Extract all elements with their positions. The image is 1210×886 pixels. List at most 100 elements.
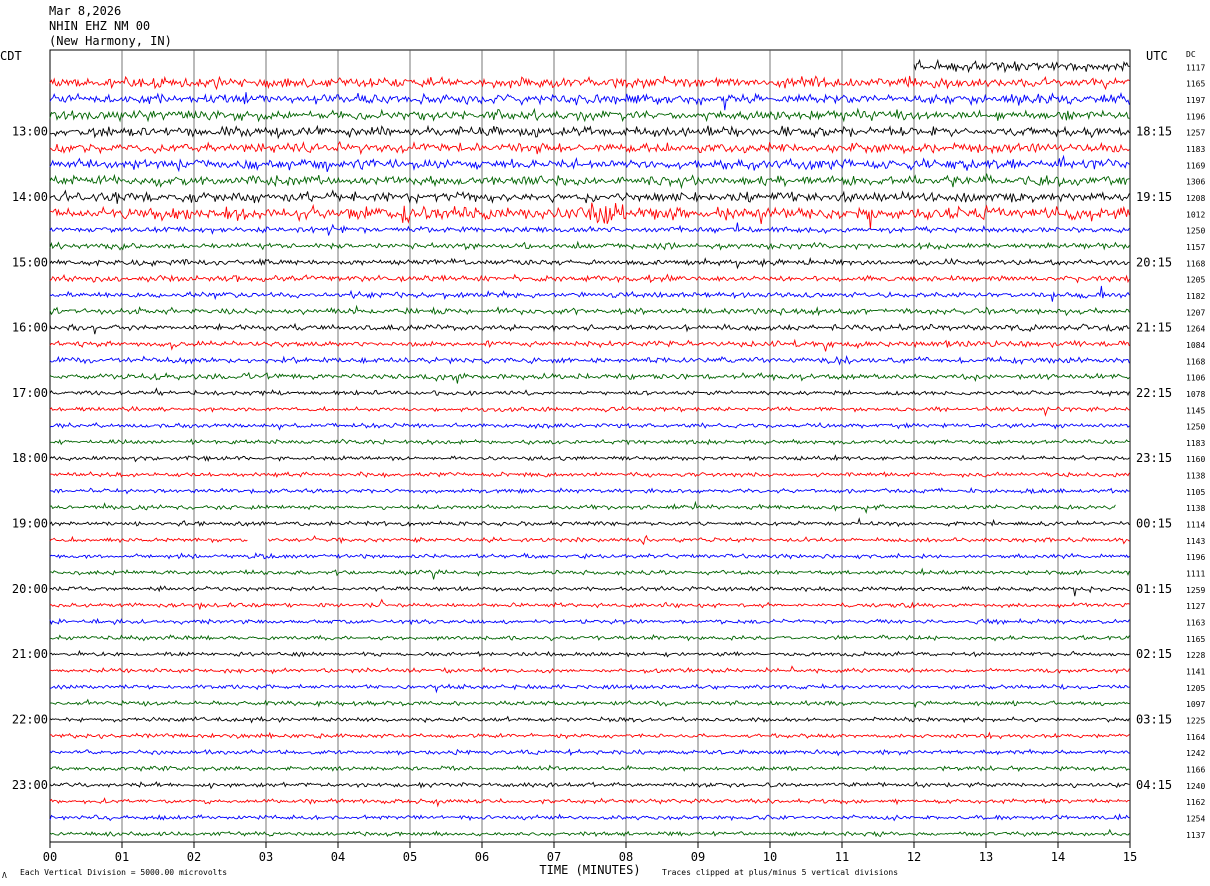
dc-value-label: 1114	[1186, 521, 1205, 530]
dc-value-label: 1163	[1186, 619, 1205, 628]
dc-value-label: 1205	[1186, 276, 1205, 285]
dc-value-label: 1197	[1186, 96, 1205, 105]
dc-value-label: 1228	[1186, 651, 1205, 660]
seismic-trace	[49, 781, 1130, 790]
dc-value-label: 1143	[1186, 537, 1205, 546]
seismic-trace	[49, 354, 1130, 366]
dc-value-label: 1105	[1186, 488, 1205, 497]
dc-value-label: 1137	[1186, 831, 1205, 840]
x-tick-label: 15	[1123, 850, 1137, 864]
seismic-trace	[49, 202, 1130, 230]
cdt-hour-label: 17:00	[12, 386, 48, 400]
utc-hour-label: 23:15	[1136, 451, 1172, 465]
plot-frame	[49, 49, 1131, 843]
seismic-trace	[49, 634, 1130, 642]
seismic-trace	[49, 617, 1130, 626]
seismic-trace	[49, 649, 1130, 658]
dc-value-label: 1160	[1186, 455, 1205, 464]
dc-value-label: 1157	[1186, 243, 1205, 252]
dc-value-label: 1208	[1186, 194, 1205, 203]
x-tick-label: 02	[187, 850, 201, 864]
seismic-trace	[49, 552, 1130, 560]
dc-value-label: 1166	[1186, 766, 1205, 775]
x-tick-label: 08	[619, 850, 633, 864]
dc-value-label: 1250	[1186, 423, 1205, 432]
seismic-trace	[49, 371, 1130, 384]
dc-value-label: 1164	[1186, 733, 1205, 742]
utc-hour-label: 01:15	[1136, 582, 1172, 596]
dc-value-label: 1127	[1186, 602, 1205, 611]
dc-value-label: 1138	[1186, 472, 1205, 481]
dc-value-label: 1205	[1186, 684, 1205, 693]
cdt-hour-label: 23:00	[12, 778, 48, 792]
dc-value-label: 1169	[1186, 161, 1205, 170]
dc-value-label: 1097	[1186, 700, 1205, 709]
seismic-trace	[49, 698, 1130, 709]
seismic-trace	[49, 438, 1130, 446]
dc-value-label: 1165	[1186, 635, 1205, 644]
seismic-trace	[49, 715, 1130, 724]
seismic-trace	[49, 813, 1130, 822]
x-axis-title: TIME (MINUTES)	[539, 863, 640, 877]
seismic-trace	[49, 487, 1130, 495]
utc-hour-label: 19:15	[1136, 190, 1172, 204]
dc-value-label: 1168	[1186, 357, 1205, 366]
utc-hour-label: 04:15	[1136, 778, 1172, 792]
cdt-hour-label: 14:00	[12, 190, 48, 204]
seismic-trace	[49, 173, 1130, 190]
cdt-hour-label: 19:00	[12, 517, 48, 531]
utc-hour-label: 00:15	[1136, 517, 1172, 531]
dc-value-label: 1259	[1186, 586, 1205, 595]
seismic-trace	[49, 107, 1130, 123]
seismic-trace	[50, 567, 1130, 580]
dc-value-label: 1242	[1186, 749, 1205, 758]
dc-value-label: 1196	[1186, 553, 1205, 562]
dc-value-label: 1183	[1186, 145, 1205, 154]
seismic-trace	[49, 585, 1130, 597]
dc-value-label: 1257	[1186, 129, 1205, 138]
dc-value-label: 1138	[1186, 504, 1205, 513]
cdt-hour-label: 22:00	[12, 713, 48, 727]
seismic-trace	[49, 421, 1130, 431]
x-tick-label: 13	[979, 850, 993, 864]
seismic-trace	[49, 322, 1130, 335]
x-tick-label: 07	[547, 850, 561, 864]
seismic-trace	[49, 124, 1130, 140]
utc-hour-label: 22:15	[1136, 386, 1172, 400]
seismic-trace	[49, 257, 1130, 270]
dc-value-label: 1106	[1186, 374, 1205, 383]
dc-value-label: 1165	[1186, 80, 1205, 89]
seismogram-plot: 00 01 02 03 04 05 06 07 08 09 10 11 12 13 14 15 1117 1165…	[0, 49, 1205, 880]
footer-scale-note: Each Vertical Division = 5000.00 microvo…	[20, 868, 227, 877]
seismic-trace	[49, 405, 1130, 417]
seismic-trace	[49, 598, 1130, 610]
seismic-trace	[49, 748, 1130, 757]
cdt-hour-label: 15:00	[12, 255, 48, 269]
dc-value-label: 1111	[1186, 570, 1205, 579]
x-tick-label: 06	[475, 850, 489, 864]
dc-value-label: 1117	[1186, 63, 1205, 72]
x-tick-label: 00	[43, 850, 57, 864]
utc-hour-label: 20:15	[1136, 255, 1172, 269]
dc-value-label: 1141	[1186, 668, 1205, 677]
dc-axis-label: DC	[1186, 50, 1196, 59]
seismic-trace	[49, 828, 1130, 838]
seismic-trace	[49, 517, 1130, 528]
dc-value-label: 1012	[1186, 210, 1205, 219]
dc-value-label: 1225	[1186, 717, 1205, 726]
seismic-trace	[49, 500, 1116, 515]
seismic-trace	[49, 683, 1130, 694]
seismic-trace	[49, 665, 1130, 675]
utc-hour-label: 03:15	[1136, 713, 1172, 727]
footer-clip-note: Traces clipped at plus/minus 5 vertical …	[662, 868, 898, 877]
utc-hour-label: 02:15	[1136, 647, 1172, 661]
seismic-trace	[49, 304, 1130, 317]
cdt-hour-label: 16:00	[12, 321, 48, 335]
dc-value-label: 1306	[1186, 178, 1205, 187]
x-tick-label: 03	[259, 850, 273, 864]
seismic-trace	[49, 454, 1130, 463]
cdt-hour-label: 13:00	[12, 125, 48, 139]
x-tick-label: 01	[115, 850, 129, 864]
utc-hour-label: 21:15	[1136, 321, 1172, 335]
dc-value-label: 1254	[1186, 815, 1205, 824]
